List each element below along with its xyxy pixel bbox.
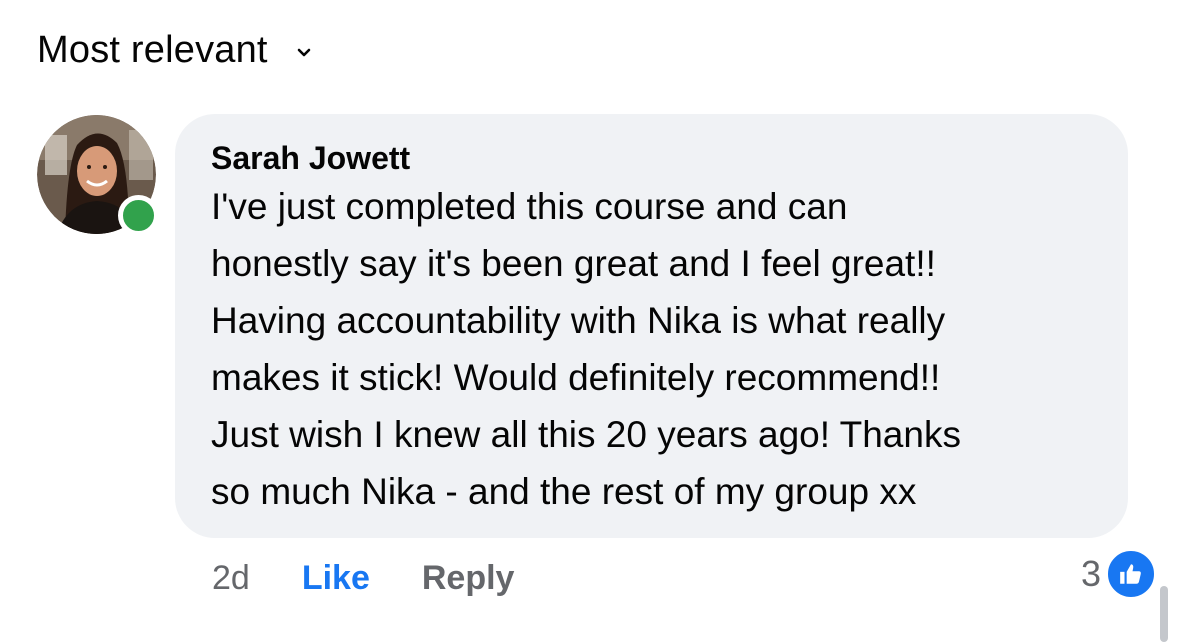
comment-actions: 2d Like Reply [212, 552, 514, 604]
comment-line: Having accountability with Nika is what … [211, 300, 946, 341]
comment-line: honestly say it's been great and I feel … [211, 243, 936, 284]
reply-button[interactable]: Reply [422, 559, 515, 598]
thumbs-up-icon [1105, 548, 1157, 600]
chevron-down-icon [294, 43, 314, 63]
comment-line: Just wish I knew all this 20 years ago! … [211, 414, 961, 455]
scrollbar-thumb[interactable] [1160, 586, 1168, 642]
sort-dropdown[interactable]: Most relevant [37, 22, 314, 78]
sort-label: Most relevant [37, 28, 268, 71]
comment-line: so much Nika - and the rest of my group … [211, 471, 917, 512]
comment-bubble: Sarah Jowett I've just completed this co… [175, 114, 1128, 538]
comment-line: makes it stick! Would definitely recomme… [211, 357, 941, 398]
reaction-summary[interactable]: 3 [1081, 548, 1157, 600]
commenter-avatar[interactable] [37, 115, 159, 236]
comment-author[interactable]: Sarah Jowett [211, 138, 1098, 178]
comment-text: I've just completed this course and can … [211, 178, 1098, 520]
comment-timestamp[interactable]: 2d [212, 559, 250, 598]
reaction-count: 3 [1080, 553, 1101, 594]
online-status-dot [118, 195, 159, 236]
comment-line: I've just completed this course and can [211, 186, 848, 227]
like-button[interactable]: Like [302, 559, 370, 598]
